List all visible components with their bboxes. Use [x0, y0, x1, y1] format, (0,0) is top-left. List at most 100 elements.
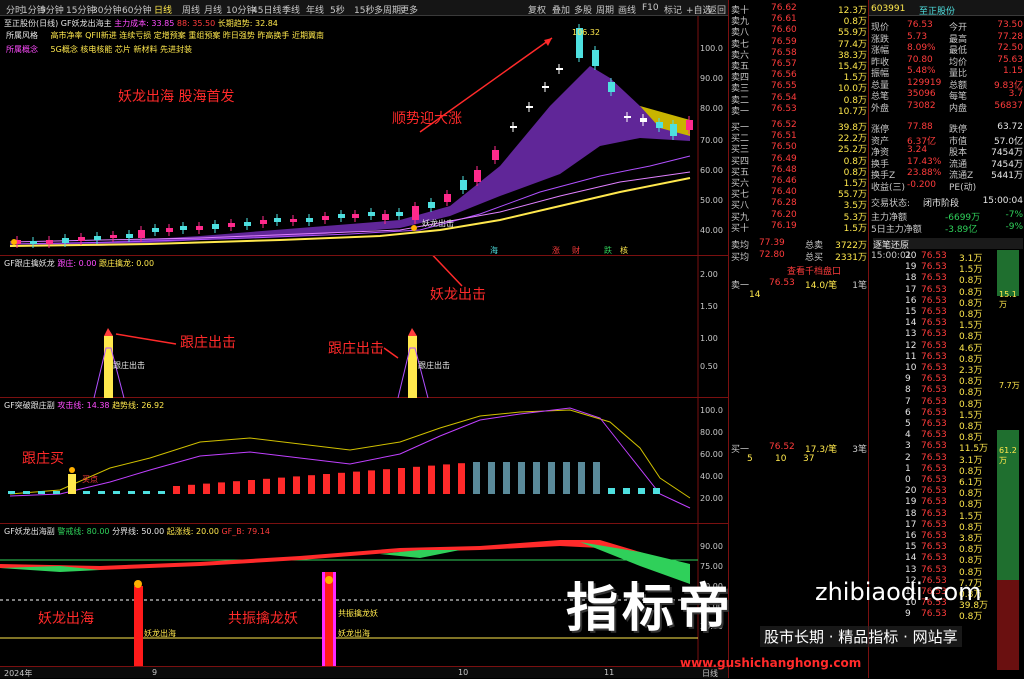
- toolbar-item-12[interactable]: 年线: [306, 3, 324, 16]
- breakout-bar-0: [8, 491, 15, 494]
- toolbar-item-10[interactable]: 45日线: [252, 3, 281, 16]
- tick-num: 14: [905, 553, 917, 564]
- toolbar-right-5[interactable]: F10: [642, 3, 659, 13]
- sell-vol: 10.7万: [837, 106, 867, 117]
- sell-row-1[interactable]: 卖九 76.61 0.8万: [731, 14, 867, 27]
- breakout-bar-32: [488, 462, 495, 494]
- tick-price: 76.53: [921, 407, 947, 418]
- follow-axis-3: 0.50: [700, 362, 718, 371]
- toolbar-right-8[interactable]: 返回: [708, 3, 726, 16]
- toolbar-item-14[interactable]: 15秒: [354, 3, 374, 16]
- dragon-title[interactable]: GF妖龙出海副: [4, 527, 55, 536]
- buy-price: 76.50: [771, 142, 797, 153]
- tick-num: 0: [905, 475, 911, 485]
- ticks-title[interactable]: 逐笔还原: [873, 238, 1023, 251]
- tick-price: 76.53: [921, 486, 947, 497]
- q-k2: 内盘: [949, 103, 968, 114]
- toolbar-item-6[interactable]: 日线: [154, 3, 172, 16]
- tick-price: 76.53: [921, 396, 947, 407]
- sell-price: 76.55: [771, 81, 797, 92]
- tick-price: 76.53: [921, 351, 947, 362]
- f-v2: 63.72: [997, 122, 1023, 132]
- toolbar-item-16[interactable]: 更多: [400, 3, 418, 16]
- buy-row-2[interactable]: 买三 76.50 25.2万: [731, 142, 867, 155]
- dragon-p2-value: 50.00: [141, 527, 165, 536]
- tick-price: 76.53: [921, 340, 947, 351]
- sell-row-4[interactable]: 卖六 76.58 38.3万: [731, 48, 867, 61]
- breakout-bar-19: [293, 476, 300, 494]
- tick-price: 76.53: [921, 295, 947, 306]
- sell-row-2[interactable]: 卖八 76.60 55.9万: [731, 25, 867, 38]
- tick-price: 76.53: [921, 441, 947, 452]
- annotation-follow-a: 跟庄出击: [180, 335, 236, 351]
- buy-row-4[interactable]: 买五 76.48 0.8万: [731, 165, 867, 178]
- quote-row-6: 总笔 35096 每笔 3.7: [871, 89, 1023, 102]
- style-row: 所属风格 高市净率 QFII新进 连续亏损 定增预案 重组预案 昨日强势 昨高换…: [6, 30, 324, 41]
- buy-row-1[interactable]: 买二 76.51 22.2万: [731, 131, 867, 144]
- bar-label-b: 跟庄出击: [418, 361, 450, 370]
- tick-price: 76.53: [921, 273, 947, 284]
- sell-row-6[interactable]: 卖四 76.56 1.5万: [731, 70, 867, 83]
- tick-price: 76.53: [921, 508, 947, 519]
- indicator-name[interactable]: GF妖龙出海主: [61, 19, 112, 28]
- quote-row-7: 外盘 73082 内盘 56837: [871, 101, 1023, 114]
- view-depth-link[interactable]: 查看千档盘口: [787, 264, 841, 277]
- breakout-title[interactable]: GF突破跟庄副: [4, 401, 55, 410]
- toolbar-item-13[interactable]: 5秒: [330, 3, 345, 16]
- sell-row-9[interactable]: 卖一 76.53 10.7万: [731, 104, 867, 117]
- breakout-bar-7: [113, 491, 120, 494]
- toolbar-right-6[interactable]: 标记: [664, 3, 682, 16]
- sell-row-3[interactable]: 卖七 76.59 77.4万: [731, 37, 867, 50]
- breakout-bar-1: [23, 491, 30, 494]
- tick-price: 76.53: [921, 262, 947, 273]
- breakout-title-row: GF突破跟庄副 攻击线: 14.38 趋势线: 26.92: [4, 400, 164, 411]
- event-tag-0: 海: [490, 246, 498, 255]
- toolbar-right-3[interactable]: 周期: [596, 3, 614, 16]
- toolbar-item-5[interactable]: 60分钟: [122, 3, 151, 16]
- buy-row-8[interactable]: 买九 76.20 5.3万: [731, 210, 867, 223]
- toolbar-item-15[interactable]: 多周期: [374, 3, 401, 16]
- sell-row-7[interactable]: 卖三 76.55 10.0万: [731, 81, 867, 94]
- buy-row-7[interactable]: 买八 76.28 3.5万: [731, 198, 867, 211]
- toolbar-item-4[interactable]: 30分钟: [92, 3, 121, 16]
- side-label-1: 7.7万: [999, 381, 1020, 390]
- buy-row-0[interactable]: 买一 76.52 39.8万: [731, 120, 867, 133]
- main-axis-6: 40.00: [700, 226, 723, 235]
- toolbar-item-2[interactable]: 5分钟: [40, 3, 64, 16]
- toolbar-right-2[interactable]: 多股: [574, 3, 592, 16]
- main-kline-panel[interactable]: 至正股份(日线) GF妖龙出海主 主力成本: 33.85 88: 35.50 长…: [0, 16, 728, 256]
- tick-price: 76.53: [921, 609, 947, 620]
- toolbar-item-8[interactable]: 月线: [204, 3, 222, 16]
- tick-num: 18: [905, 508, 917, 519]
- breakout-p2-value: 26.92: [141, 401, 165, 410]
- toolbar-right-4[interactable]: 画线: [618, 3, 636, 16]
- main-panel-title-row: 至正股份(日线) GF妖龙出海主 主力成本: 33.85 88: 35.50 长…: [4, 18, 278, 29]
- sell-row-5[interactable]: 卖五 76.57 15.4万: [731, 59, 867, 72]
- buy-price: 76.49: [771, 153, 797, 164]
- ask1-label: 卖一: [731, 281, 750, 291]
- buy-row-5[interactable]: 买六 76.46 1.5万: [731, 176, 867, 189]
- tick-price: 76.53: [921, 519, 947, 530]
- sell-row-0[interactable]: 卖十 76.62 12.3万: [731, 3, 867, 16]
- tick-price: 76.53: [921, 542, 947, 553]
- buy-row-9[interactable]: 买十 76.19 1.5万: [731, 221, 867, 234]
- toolbar-right-1[interactable]: 叠加: [552, 3, 570, 16]
- sell-row-8[interactable]: 卖二 76.54 0.8万: [731, 93, 867, 106]
- cost-label: 主力成本:: [114, 19, 149, 28]
- main-axis-4: 60.00: [700, 166, 723, 175]
- toolbar-item-11[interactable]: 季线: [282, 3, 300, 16]
- breakout-panel[interactable]: GF突破跟庄副 攻击线: 14.38 趋势线: 26.92 跟庄买 买点 100…: [0, 398, 728, 524]
- toolbar-item-7[interactable]: 周线: [182, 3, 200, 16]
- buy-row-6[interactable]: 买七 76.40 55.7万: [731, 187, 867, 200]
- toolbar-right-0[interactable]: 复权: [528, 3, 546, 16]
- total-buy-value: 2331万: [835, 253, 867, 263]
- bid1-detail-1: 10: [775, 454, 787, 464]
- follow-panel[interactable]: GF跟庄擒妖龙 跟庄: 0.00 跟庄擒龙: 0.00 妖龙出击 跟庄出击 跟庄…: [0, 256, 728, 398]
- breakout-bar-22: [338, 472, 345, 494]
- follow-title[interactable]: GF跟庄擒妖龙: [4, 259, 55, 268]
- main-axis-2: 80.00: [700, 104, 723, 113]
- avg-buy-value: 72.80: [759, 250, 785, 260]
- buy-row-3[interactable]: 买四 76.49 0.8万: [731, 153, 867, 167]
- breakout-bar-18: [278, 477, 285, 494]
- q-v2: 77.28: [997, 31, 1023, 42]
